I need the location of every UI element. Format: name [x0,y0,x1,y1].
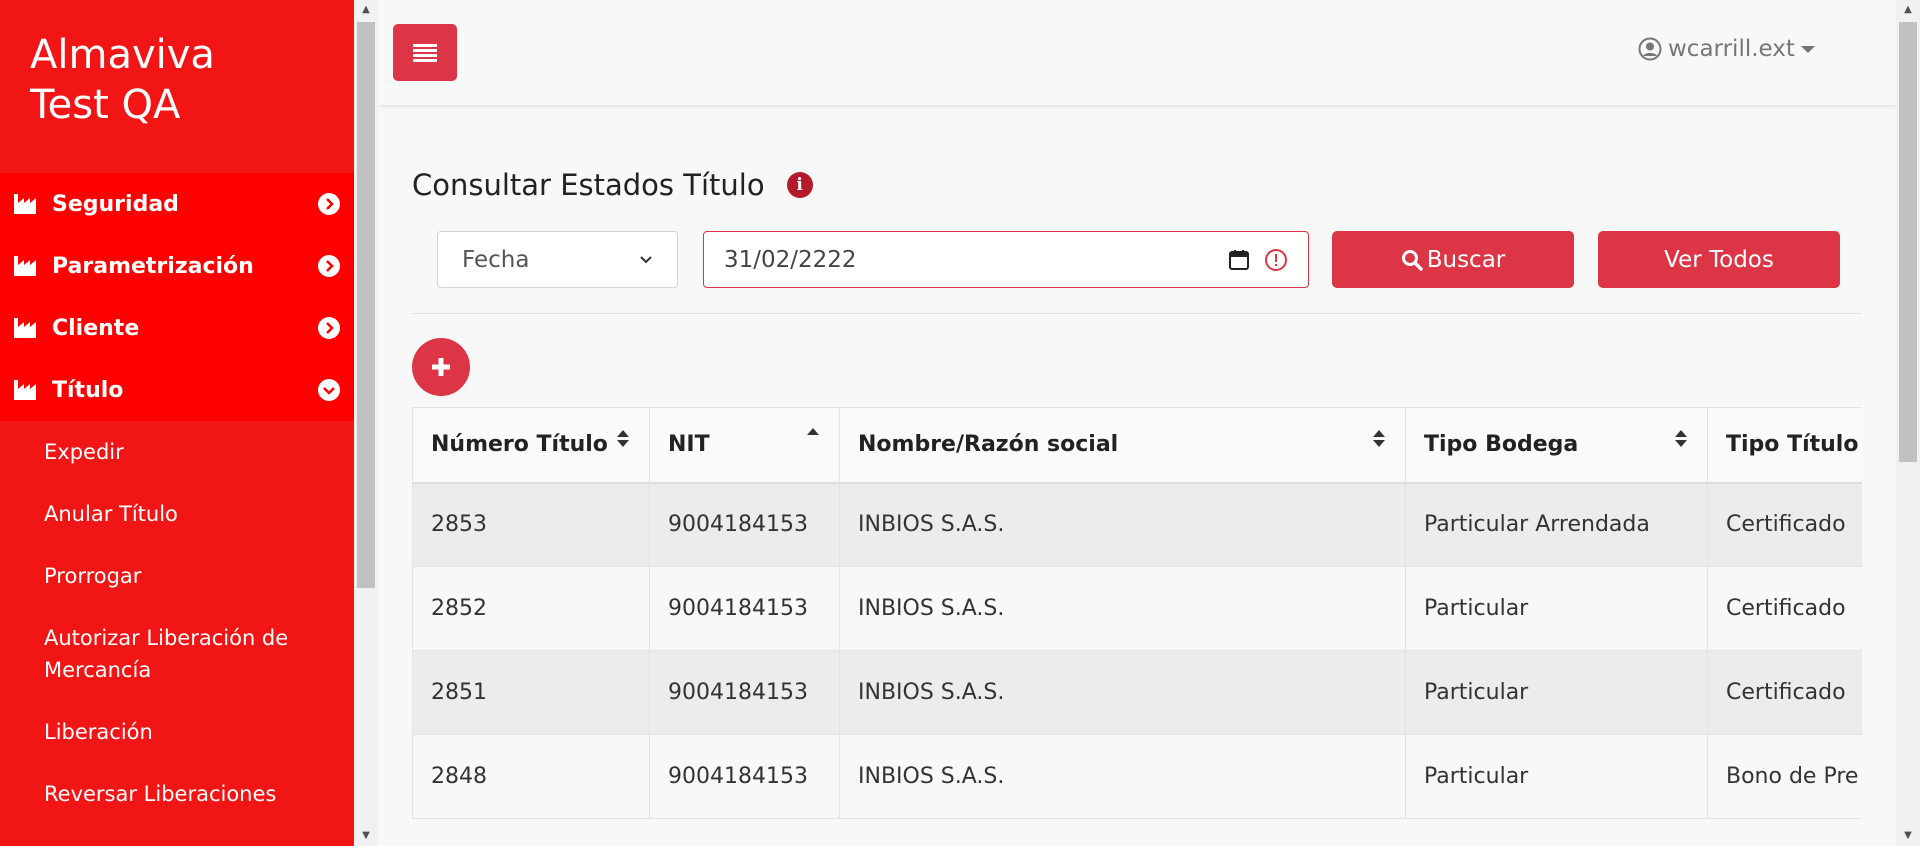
menu-item-label: Parametrización [52,253,254,279]
search-button-label: Buscar [1426,246,1506,273]
date-input[interactable]: 31/02/2222 [703,231,1309,288]
scroll-down-arrow-icon[interactable]: ▼ [1896,826,1920,846]
submenu-item-anular-titulo[interactable]: Anular Título [0,483,354,545]
view-all-button-label: Ver Todos [1664,246,1774,273]
chevron-right-icon [318,317,340,339]
plus-icon [432,358,450,376]
filter-type-select[interactable]: Fecha [437,231,678,288]
caret-down-icon [1800,45,1815,53]
scroll-up-arrow-icon[interactable]: ▲ [354,0,378,20]
table-row[interactable]: 2852 9004184153 INBIOS S.A.S. Particular… [412,566,1862,651]
calendar-icon[interactable] [1228,249,1250,271]
search-button[interactable]: Buscar [1332,231,1574,288]
factory-icon [14,256,36,276]
chevron-right-icon [318,255,340,277]
sort-icon[interactable] [1675,430,1687,447]
cell-tipo-titulo: Certificado [1707,566,1862,651]
chevron-down-icon [318,379,340,401]
submenu-item-prorrogar[interactable]: Prorrogar [0,545,354,607]
column-header-tipo-bodega[interactable]: Tipo Bodega [1405,407,1708,484]
column-header-nombre[interactable]: Nombre/Razón social [839,407,1406,484]
error-alert-icon [1265,248,1287,271]
cell-numero-titulo: 2848 [412,734,650,819]
cell-tipo-bodega: Particular [1405,650,1708,735]
cell-numero-titulo: 2852 [412,566,650,651]
results-table-container: Número Título NIT Nombre/Razón social Ti… [412,407,1862,846]
cell-tipo-bodega: Particular [1405,734,1708,819]
username: wcarrill.ext [1668,36,1795,62]
factory-icon [14,380,36,400]
chevron-right-icon [318,193,340,215]
scroll-up-arrow-icon[interactable]: ▲ [1896,0,1920,20]
submenu-item-reversar-liberaciones[interactable]: Reversar Liberaciones [0,763,354,825]
cell-tipo-titulo: Certificado [1707,482,1862,567]
submenu-item-liberacion[interactable]: Liberación [0,701,354,763]
page-scrollbar[interactable]: ▲ ▼ [1896,0,1920,846]
cell-tipo-titulo: Bono de Pre [1707,734,1862,819]
sidebar-scroll-thumb[interactable] [357,22,375,588]
brand-line-2: Test QA [30,82,181,128]
menu-lines-icon [413,43,437,62]
submenu-titulo: Expedir Anular Título Prorrogar Autoriza… [0,421,354,825]
menu-item-cliente[interactable]: Cliente [0,297,354,359]
page-scroll-thumb[interactable] [1899,22,1917,462]
cell-nit: 9004184153 [649,566,840,651]
cell-nit: 9004184153 [649,734,840,819]
column-header-nit[interactable]: NIT [649,407,840,484]
cell-tipo-bodega: Particular Arrendada [1405,482,1708,567]
cell-tipo-titulo: Certificado [1707,650,1862,735]
page-title: Consultar Estados Título i [412,168,813,202]
sidebar-scrollbar[interactable]: ▲ ▼ [354,0,378,846]
factory-icon [14,194,36,214]
table-header-row: Número Título NIT Nombre/Razón social Ti… [412,407,1862,484]
sort-icon[interactable] [617,430,629,447]
scroll-down-arrow-icon[interactable]: ▼ [354,826,378,846]
column-header-tipo-titulo[interactable]: Tipo Título [1707,407,1862,484]
menu-item-parametrizacion[interactable]: Parametrización [0,235,354,297]
cell-nit: 9004184153 [649,482,840,567]
table-row[interactable]: 2853 9004184153 INBIOS S.A.S. Particular… [412,482,1862,567]
main-menu: Seguridad Parametrización Cliente Título [0,173,354,421]
sidebar-toggle-button[interactable] [393,24,457,81]
cell-nombre: INBIOS S.A.S. [839,482,1406,567]
divider [412,313,1862,314]
cell-nombre: INBIOS S.A.S. [839,566,1406,651]
sort-ascending-icon[interactable] [807,428,819,438]
table-row[interactable]: 2848 9004184153 INBIOS S.A.S. Particular… [412,734,1862,819]
menu-item-label: Seguridad [52,191,179,217]
table-row[interactable]: 2851 9004184153 INBIOS S.A.S. Particular… [412,650,1862,735]
menu-item-titulo[interactable]: Título [0,359,354,421]
cell-tipo-bodega: Particular [1405,566,1708,651]
menu-item-label: Título [52,377,124,403]
date-input-value: 31/02/2222 [724,246,857,273]
factory-icon [14,318,36,338]
brand-line-1: Almaviva [30,32,215,78]
user-circle-icon [1638,37,1662,61]
cell-numero-titulo: 2851 [412,650,650,735]
cell-nombre: INBIOS S.A.S. [839,734,1406,819]
view-all-button[interactable]: Ver Todos [1598,231,1840,288]
sidebar: Almaviva Test QA Seguridad Parametrizaci… [0,0,354,846]
chevron-down-icon [640,255,652,263]
filter-select-value: Fecha [462,246,530,273]
menu-item-label: Cliente [52,315,140,341]
cell-nombre: INBIOS S.A.S. [839,650,1406,735]
submenu-item-autorizar-liberacion[interactable]: Autorizar Liberación de Mercancía [0,607,354,701]
add-button[interactable] [412,338,470,396]
column-header-numero-titulo[interactable]: Número Título [412,407,650,484]
submenu-item-expedir[interactable]: Expedir [0,421,354,483]
results-table: Número Título NIT Nombre/Razón social Ti… [412,407,1862,819]
menu-item-seguridad[interactable]: Seguridad [0,173,354,235]
main-content: wcarrill.ext Consultar Estados Título i … [378,0,1896,846]
top-navbar: wcarrill.ext [378,0,1896,105]
user-menu-dropdown[interactable]: wcarrill.ext [1638,36,1815,62]
search-icon [1401,249,1423,271]
sort-icon[interactable] [1373,430,1385,447]
info-icon[interactable]: i [786,172,813,198]
cell-numero-titulo: 2853 [412,482,650,567]
page-title-text: Consultar Estados Título [412,168,765,202]
cell-nit: 9004184153 [649,650,840,735]
brand-logo[interactable]: Almaviva Test QA [0,0,354,173]
